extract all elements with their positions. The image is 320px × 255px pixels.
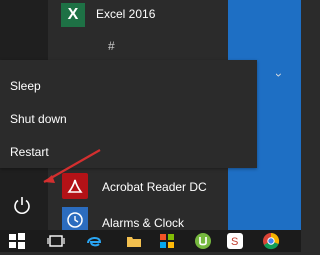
svg-text:S: S bbox=[231, 236, 238, 248]
app-label-excel: Excel 2016 bbox=[96, 7, 156, 21]
store-icon[interactable] bbox=[158, 232, 178, 250]
app-item-acrobat[interactable]: Acrobat Reader DC bbox=[48, 171, 228, 203]
shut-down-menu-item[interactable]: Shut down bbox=[0, 103, 257, 135]
power-icon bbox=[14, 197, 30, 214]
app-label-acrobat: Acrobat Reader DC bbox=[102, 180, 207, 194]
acrobat-icon bbox=[62, 173, 88, 199]
task-view-icon[interactable] bbox=[47, 232, 67, 250]
chevron-down-icon[interactable]: › bbox=[272, 73, 286, 77]
group-header: # bbox=[108, 39, 115, 53]
restart-menu-item[interactable]: Restart bbox=[0, 136, 257, 168]
edge-icon[interactable] bbox=[85, 232, 105, 250]
app-item-excel[interactable]: X Excel 2016 bbox=[48, 0, 228, 32]
chrome-icon[interactable] bbox=[262, 232, 282, 250]
sleep-menu-item[interactable]: Sleep bbox=[0, 70, 257, 102]
excel-icon: X bbox=[61, 3, 85, 27]
sleep-label: Sleep bbox=[10, 79, 41, 93]
utorrent-icon[interactable] bbox=[194, 232, 214, 250]
restart-label: Restart bbox=[10, 145, 49, 159]
app-label-alarms: Alarms & Clock bbox=[102, 216, 185, 230]
folder-icon[interactable] bbox=[125, 232, 145, 250]
power-options-menu: Sleep Shut down Restart bbox=[0, 60, 257, 168]
shut-down-label: Shut down bbox=[10, 112, 67, 126]
power-button[interactable] bbox=[10, 194, 34, 218]
start-icon[interactable] bbox=[8, 232, 28, 250]
taskbar: S bbox=[0, 230, 301, 252]
snagit-icon[interactable]: S bbox=[226, 232, 246, 250]
